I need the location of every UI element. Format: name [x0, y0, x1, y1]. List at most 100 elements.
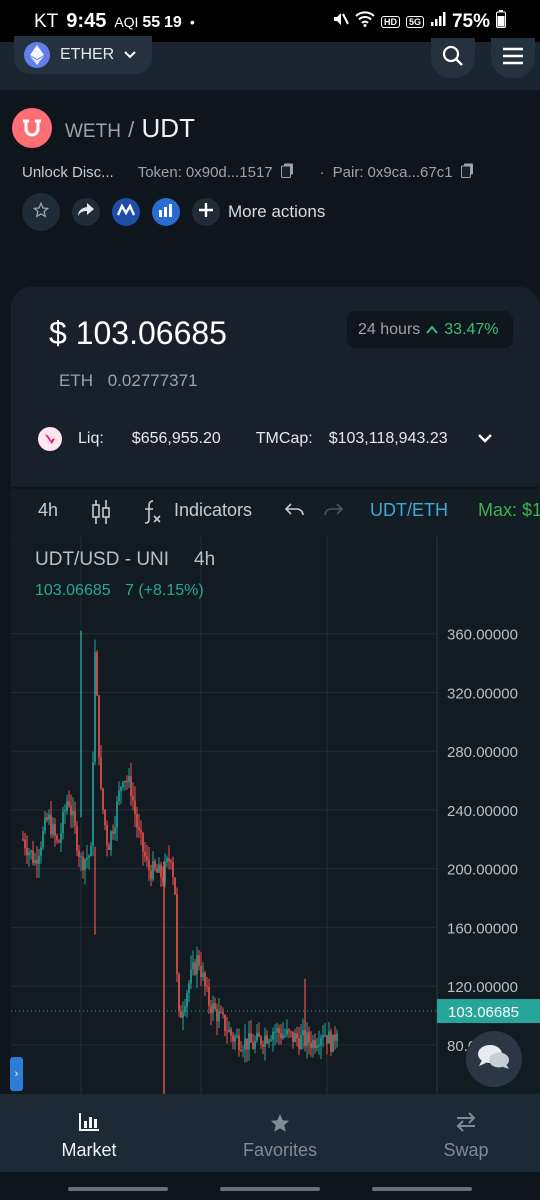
candle-body — [114, 827, 116, 834]
candle-body — [24, 839, 26, 849]
candle-body — [174, 877, 176, 895]
menu-button[interactable] — [491, 38, 535, 78]
candle-type-icon[interactable] — [91, 499, 111, 530]
bar-chart-icon — [29, 1112, 149, 1136]
expand-chevron-icon[interactable] — [477, 430, 492, 448]
chart-last-price: 103.06685 — [35, 582, 111, 599]
price-chart[interactable]: 360.00000 320.00000 280.00000 240.00000 200.… — [11, 537, 540, 1094]
candle-body — [52, 824, 54, 835]
clock: 9:45 — [66, 10, 107, 32]
indicators-button[interactable]: Indicators — [174, 500, 252, 521]
candle-body — [136, 813, 138, 828]
pair-toggle[interactable]: UDT/ETH — [370, 500, 448, 521]
candle-body — [272, 1032, 274, 1040]
candle-body — [256, 1032, 258, 1041]
candle-body — [112, 831, 114, 834]
interval-selector[interactable]: 4h — [38, 500, 58, 521]
candle-body — [148, 859, 150, 871]
nav-favorites[interactable]: Favorites — [220, 1112, 340, 1161]
eth-value: 0.02777371 — [107, 371, 198, 390]
carrier-label: KT — [34, 11, 59, 32]
candle-body — [70, 805, 72, 816]
candle-body — [208, 986, 210, 1006]
copy-pair-icon[interactable] — [460, 163, 474, 182]
search-button[interactable] — [431, 38, 475, 78]
coinmarketcap-button[interactable] — [112, 198, 140, 226]
etherscan-button[interactable] — [152, 198, 180, 226]
candle-body — [214, 1003, 216, 1009]
candle-body — [40, 847, 42, 856]
swap-arrows-icon — [406, 1112, 526, 1136]
candle-body — [318, 1045, 320, 1047]
more-actions-label[interactable]: More actions — [228, 202, 325, 222]
y-tick-label: 120.00000 — [447, 979, 518, 996]
more-actions-button[interactable] — [192, 198, 220, 226]
candle-body — [274, 1031, 276, 1033]
candle-body — [176, 894, 178, 974]
candle-body — [296, 1033, 298, 1039]
candle-body — [326, 1035, 328, 1044]
change-percent: 33.47% — [444, 320, 499, 338]
candle-body — [286, 1029, 288, 1035]
eth-label: ETH — [59, 371, 93, 390]
undo-icon[interactable] — [284, 502, 305, 523]
quote-token: UDT — [141, 113, 195, 143]
candle-body — [222, 1012, 224, 1015]
token-address[interactable]: 0x90d...1517 — [186, 164, 273, 181]
redo-icon[interactable] — [323, 502, 344, 523]
candle-body — [102, 788, 104, 811]
candle-body — [90, 845, 92, 857]
candle-body — [98, 695, 100, 758]
candle-body — [262, 1044, 264, 1047]
candle-body — [152, 861, 154, 880]
candle-body — [216, 1008, 218, 1022]
base-token: WETH — [65, 121, 121, 142]
candle-body — [230, 1029, 232, 1036]
nav-swap[interactable]: Swap — [406, 1112, 526, 1161]
candle-body — [76, 825, 78, 851]
chat-bubbles-icon — [477, 1043, 511, 1076]
candle-body — [134, 800, 136, 814]
star-icon — [220, 1112, 340, 1136]
candle-body — [54, 824, 56, 836]
candle-body — [266, 1035, 268, 1044]
pair-address[interactable]: 0x9ca...67c1 — [367, 164, 452, 181]
candle-body — [50, 814, 52, 835]
notification-dot: • — [189, 14, 195, 30]
candle-body — [172, 862, 174, 878]
chat-button[interactable] — [466, 1031, 522, 1087]
candle-body — [44, 817, 46, 831]
gesture-bar-right — [372, 1187, 472, 1191]
copy-token-icon[interactable] — [280, 163, 294, 182]
candle-body — [32, 850, 34, 864]
candle-body — [334, 1034, 336, 1041]
chevron-down-icon — [124, 46, 136, 64]
candle-body — [84, 859, 86, 871]
candle-body — [264, 1035, 266, 1047]
candle-body — [188, 983, 190, 994]
nav-market[interactable]: Market — [29, 1112, 149, 1161]
candle-body — [206, 985, 208, 987]
change-box[interactable]: 24 hours 33.47% — [347, 311, 513, 348]
candle-body — [150, 870, 152, 880]
chart-svg[interactable]: 360.00000 320.00000 280.00000 240.00000 200.… — [11, 537, 540, 1094]
candle-body — [278, 1028, 280, 1034]
pair-title: WETH / UDT — [65, 113, 195, 144]
pair-separator: / — [128, 117, 135, 142]
favorite-button[interactable] — [22, 193, 60, 231]
candle-body — [248, 1033, 250, 1050]
side-drawer-tab[interactable]: › — [10, 1057, 23, 1091]
candle-body — [314, 1040, 316, 1049]
candle-body — [260, 1036, 262, 1045]
candle-body — [282, 1034, 284, 1039]
indicators-fx-icon[interactable] — [141, 499, 163, 530]
share-button[interactable] — [72, 198, 100, 226]
chain-selector[interactable]: ETHER — [14, 36, 152, 74]
candle-body — [246, 1038, 248, 1050]
candle-body — [58, 840, 60, 843]
candle-body — [288, 1029, 290, 1032]
chart-interval: 4h — [194, 549, 215, 570]
candle-body — [170, 861, 172, 863]
candle-body — [178, 973, 180, 1011]
candle-body — [234, 1036, 236, 1042]
